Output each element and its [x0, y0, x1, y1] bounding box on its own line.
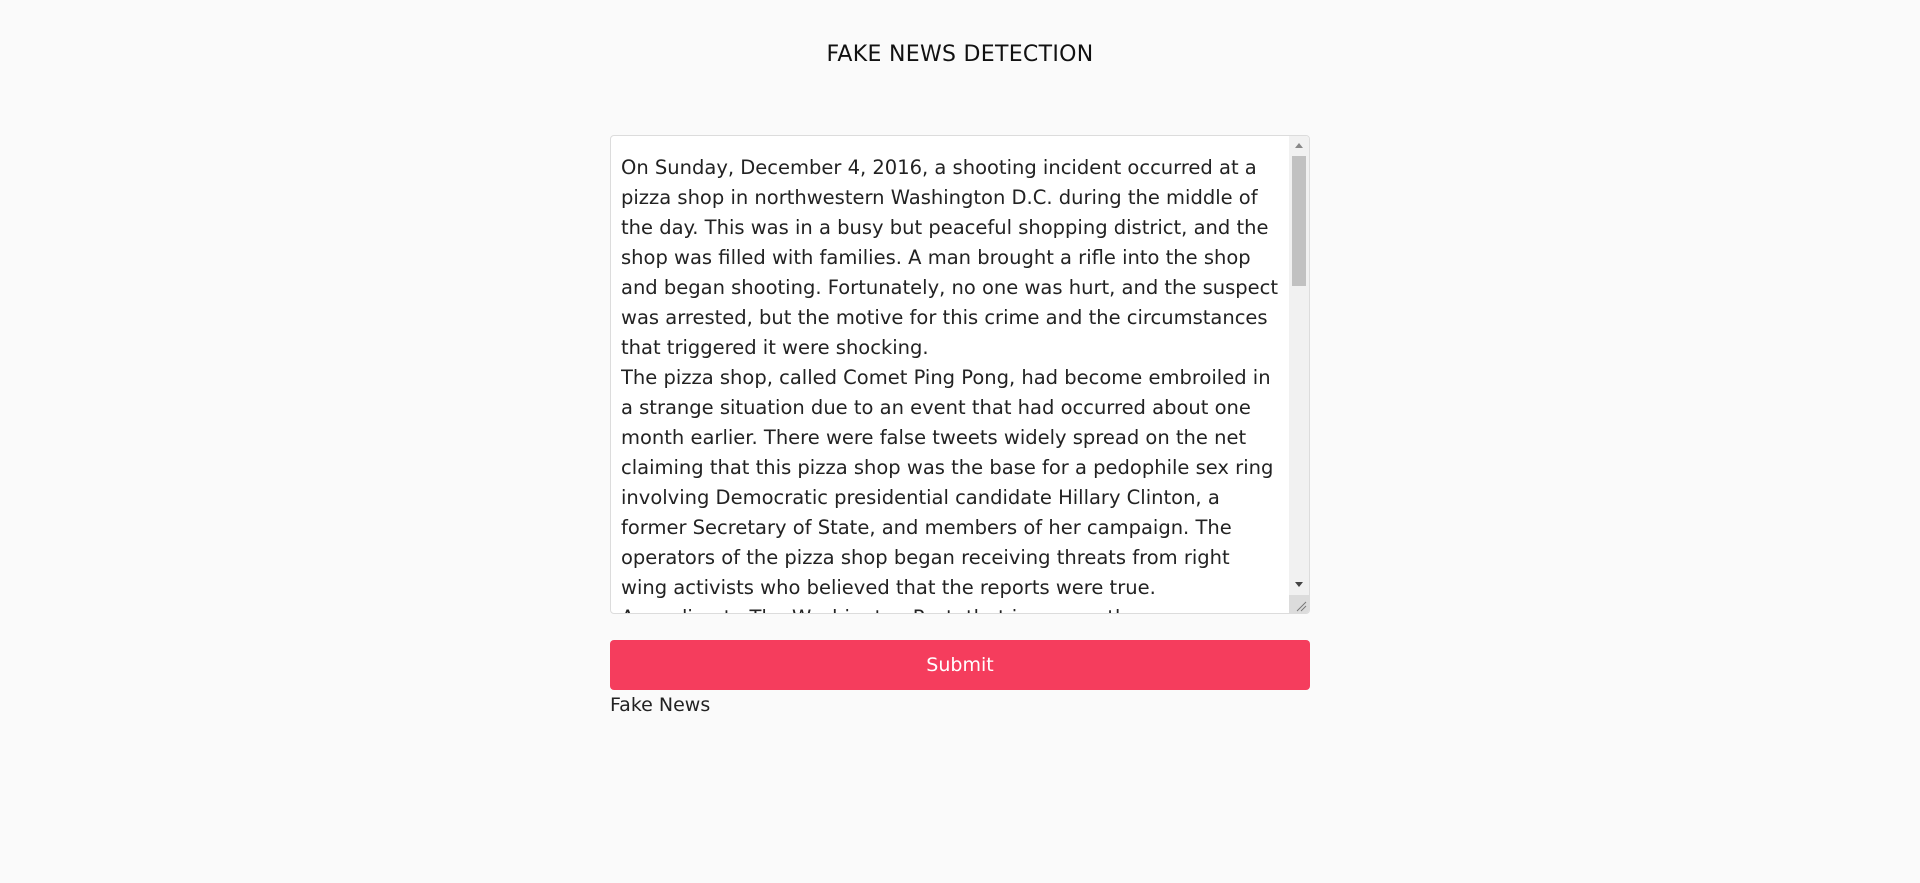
scrollbar[interactable] [1289, 136, 1309, 613]
prediction-result: Fake News [610, 694, 711, 716]
news-text-area[interactable]: On Sunday, December 4, 2016, a shooting … [610, 135, 1310, 614]
scroll-down-arrow-icon[interactable] [1289, 575, 1309, 593]
resize-handle-icon[interactable] [1289, 595, 1309, 613]
scrollbar-thumb[interactable] [1292, 156, 1306, 286]
scroll-up-arrow-icon[interactable] [1289, 136, 1309, 154]
news-text[interactable]: On Sunday, December 4, 2016, a shooting … [621, 153, 1281, 613]
submit-button[interactable]: Submit [610, 640, 1310, 690]
page-title: FAKE NEWS DETECTION [826, 42, 1094, 67]
